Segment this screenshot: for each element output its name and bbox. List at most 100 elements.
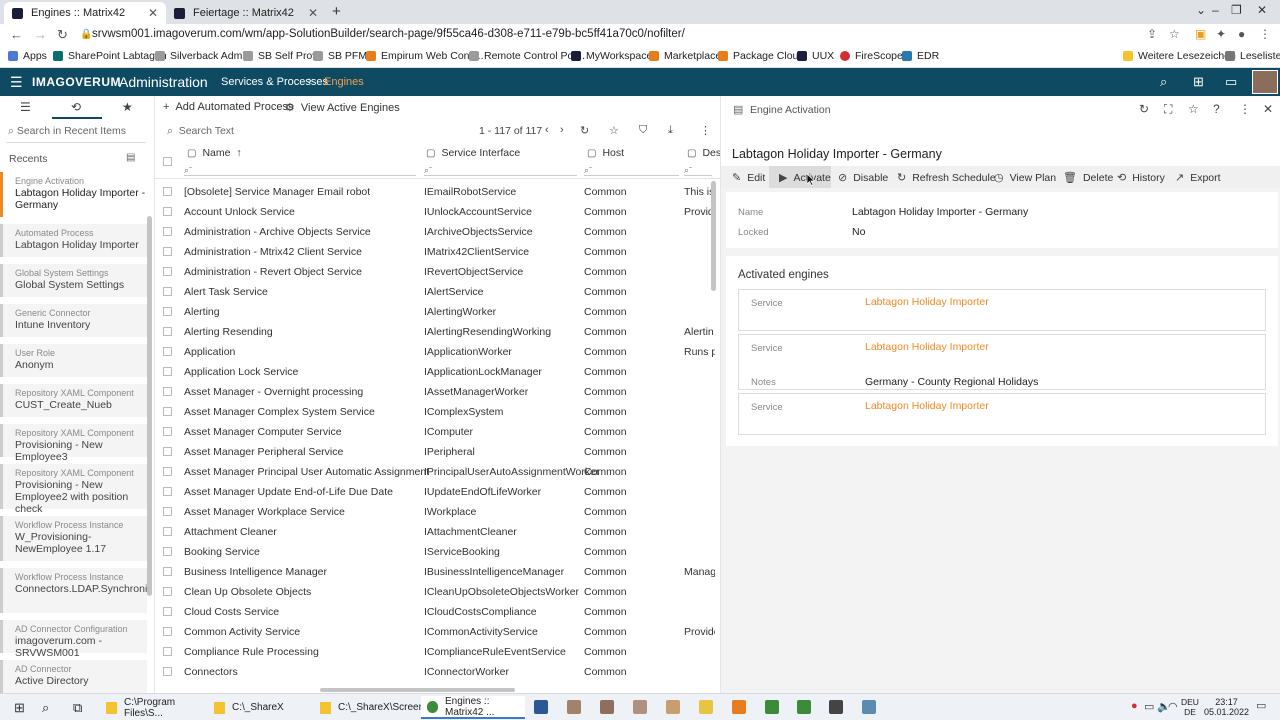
browser-tab-engines[interactable]: Engines :: Matrix42 ✕ bbox=[4, 2, 166, 24]
row-checkbox[interactable] bbox=[163, 207, 172, 216]
recent-item[interactable]: Repository XAML Component Provisioning -… bbox=[0, 424, 147, 463]
table-row[interactable]: Asset Manager Workplace Service IWorkplac… bbox=[155, 502, 715, 522]
row-checkbox[interactable] bbox=[163, 587, 172, 596]
table-row[interactable]: Attachment Cleaner IAttachmentCleaner Comm… bbox=[155, 522, 715, 542]
user-app-icon[interactable] bbox=[633, 700, 647, 714]
engine-service-link[interactable]: Labtagon Holiday Importer bbox=[865, 400, 989, 412]
filter-icon[interactable]: ⛉ bbox=[639, 124, 647, 137]
close-tab-icon[interactable]: ✕ bbox=[148, 6, 158, 20]
table-row[interactable]: Account Unlock Service IUnlockAccountServ… bbox=[155, 202, 715, 222]
desc-filter-input[interactable]: ⌕⁻ bbox=[684, 165, 712, 176]
row-checkbox[interactable] bbox=[163, 607, 172, 616]
bookmark-uux[interactable]: UUX bbox=[797, 50, 834, 62]
recent-item[interactable]: Repository XAML Component Provisioning -… bbox=[0, 464, 147, 515]
row-checkbox[interactable] bbox=[163, 427, 172, 436]
interface-filter-input[interactable]: ⌕⁻ bbox=[424, 165, 577, 176]
table-row[interactable]: Connectors IConnectorWorker Common bbox=[155, 662, 715, 682]
view-plan-button[interactable]: ◷ View Plan bbox=[994, 171, 1056, 185]
table-row[interactable]: Asset Manager Peripheral Service IPeriphe… bbox=[155, 442, 715, 462]
recent-item[interactable]: User Role Anonym bbox=[0, 344, 147, 377]
clear-recents-icon[interactable]: ▤ bbox=[126, 152, 135, 163]
bookmark-folder-more[interactable]: Weitere Lesezeichen bbox=[1123, 50, 1236, 62]
table-row[interactable]: Administration - Mtrix42 Client Service I… bbox=[155, 242, 715, 262]
delete-button[interactable]: 🗑 Delete bbox=[1063, 171, 1113, 185]
table-row[interactable]: Booking Service IServiceBooking Common bbox=[155, 542, 715, 562]
recent-item[interactable]: Global System Settings Global System Set… bbox=[0, 264, 147, 297]
windows-start-icon[interactable]: ⊞ bbox=[14, 700, 25, 716]
bookmark-empirum[interactable]: Empirum Web Cons... bbox=[366, 50, 484, 62]
app-icon[interactable] bbox=[765, 700, 779, 714]
sort-asc-icon[interactable]: ↑ bbox=[236, 147, 241, 159]
table-row[interactable]: Administration - Revert Object Service IR… bbox=[155, 262, 715, 282]
bookmark-sb-pfm[interactable]: SB PFM bbox=[313, 50, 367, 62]
more-vert-icon[interactable]: ⋮ bbox=[1239, 102, 1251, 116]
bookmark-package-cloud[interactable]: Package Cloud bbox=[718, 50, 804, 62]
history-button[interactable]: ⟲ History bbox=[1117, 171, 1165, 185]
table-row[interactable]: Asset Manager Principal User Automatic A… bbox=[155, 462, 715, 482]
table-row[interactable]: Alert Task Service IAlertService Common bbox=[155, 282, 715, 302]
bookmark-firescope[interactable]: FireScope bbox=[840, 50, 903, 62]
close-window-icon[interactable]: ✕ bbox=[1257, 3, 1267, 17]
table-row[interactable]: Alerting Resending IAlertingResendingWork… bbox=[155, 322, 715, 342]
host-filter-input[interactable]: ⌕⁻ bbox=[584, 165, 679, 176]
row-checkbox[interactable] bbox=[163, 567, 172, 576]
table-row[interactable]: Application Lock Service IApplicationLock… bbox=[155, 362, 715, 382]
column-host[interactable]: ▢ Host bbox=[587, 147, 624, 159]
add-automated-process-button[interactable]: + Add Automated Process bbox=[163, 101, 293, 113]
activate-button[interactable]: ▶ Activate bbox=[779, 171, 831, 185]
refresh-icon[interactable]: ↻ bbox=[580, 124, 589, 137]
powershell-icon[interactable] bbox=[534, 700, 548, 714]
bookmark-edr[interactable]: EDR bbox=[902, 50, 939, 62]
presentation-icon[interactable]: ▭ bbox=[1225, 74, 1237, 90]
avatar[interactable] bbox=[1252, 70, 1278, 94]
table-row[interactable]: Clean Up Obsolete Objects ICleanUpObsolet… bbox=[155, 582, 715, 602]
chevron-down-icon[interactable]: ⌄ bbox=[1196, 3, 1206, 17]
disable-button[interactable]: ⊘ Disable bbox=[838, 171, 888, 185]
row-checkbox[interactable] bbox=[163, 407, 172, 416]
engine-service-link[interactable]: Labtagon Holiday Importer bbox=[865, 296, 989, 308]
refresh-icon[interactable]: ↻ bbox=[1139, 102, 1149, 116]
wifi-icon[interactable]: ◠ bbox=[1168, 700, 1178, 713]
next-page-icon[interactable]: › bbox=[560, 124, 564, 136]
row-checkbox[interactable] bbox=[163, 187, 172, 196]
row-checkbox[interactable] bbox=[163, 307, 172, 316]
kebab-menu-icon[interactable]: ⋮ bbox=[1259, 27, 1271, 41]
column-service-interface[interactable]: ▢ Service Interface bbox=[426, 147, 520, 159]
minimize-icon[interactable]: – bbox=[1212, 3, 1219, 17]
star-icon[interactable]: ☆ bbox=[1188, 102, 1199, 116]
row-checkbox[interactable] bbox=[163, 267, 172, 276]
row-checkbox[interactable] bbox=[163, 647, 172, 656]
recent-item[interactable]: Repository XAML Component CUST_Create_Nu… bbox=[0, 384, 147, 417]
restore-icon[interactable]: ❐ bbox=[1231, 3, 1242, 17]
network-icon[interactable]: ▭ bbox=[1144, 700, 1154, 713]
extension-icon[interactable]: ▣ bbox=[1195, 27, 1206, 41]
column-name[interactable]: ▢ Name ↑ bbox=[187, 147, 242, 159]
row-checkbox[interactable] bbox=[163, 507, 172, 516]
notes-app-icon[interactable] bbox=[699, 700, 713, 714]
table-row[interactable]: Compliance Rule Processing IComplianceRul… bbox=[155, 642, 715, 662]
language-indicator[interactable]: DEU DE bbox=[1181, 697, 1199, 717]
table-row[interactable]: Cloud Costs Service ICloudCostsCompliance… bbox=[155, 602, 715, 622]
task-view-icon[interactable]: ⧉ bbox=[73, 700, 82, 716]
app-grid-icon[interactable] bbox=[732, 700, 746, 714]
search-icon[interactable]: ⌕ bbox=[42, 700, 49, 716]
puzzle-icon[interactable]: ✦ bbox=[1216, 27, 1226, 41]
row-checkbox[interactable] bbox=[163, 547, 172, 556]
new-tab-icon[interactable]: + bbox=[332, 3, 341, 20]
star-icon[interactable]: ☆ bbox=[609, 124, 619, 137]
bookmark-sb-self-prov[interactable]: SB Self Prov. bbox=[243, 50, 320, 62]
list-horizontal-scrollbar[interactable] bbox=[320, 688, 515, 692]
profile-icon[interactable]: ● bbox=[1238, 27, 1245, 41]
refresh-schedule-button[interactable]: ↻ Refresh Schedule bbox=[897, 171, 996, 185]
recent-item[interactable]: Workflow Process Instance Connectors.LDA… bbox=[0, 568, 148, 613]
apps-grid-icon[interactable]: ⊞ bbox=[1193, 74, 1204, 90]
table-row[interactable]: Asset Manager Complex System Service ICom… bbox=[155, 402, 715, 422]
row-checkbox[interactable] bbox=[163, 387, 172, 396]
left-scrollbar[interactable] bbox=[147, 216, 152, 596]
search-icon[interactable]: ⌕ bbox=[1160, 74, 1167, 90]
row-checkbox[interactable] bbox=[163, 627, 172, 636]
row-checkbox[interactable] bbox=[163, 227, 172, 236]
notifications-icon[interactable]: ▭ bbox=[1256, 699, 1266, 712]
excel-icon[interactable] bbox=[797, 700, 811, 714]
bookmark-marketplace[interactable]: Marketplace bbox=[649, 50, 721, 62]
